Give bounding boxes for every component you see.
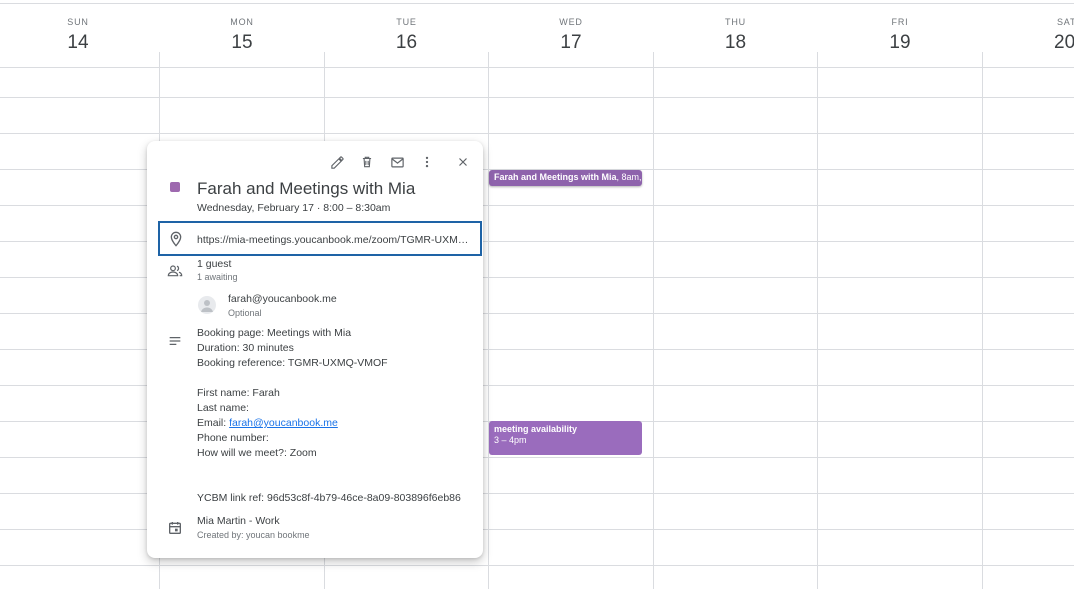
event-title: Farah and Meetings with Mia [197,179,416,198]
more-options-icon [425,156,429,168]
day-header-mon[interactable]: MON 15 [160,0,324,68]
location-link[interactable]: https://mia-meetings.youcanbook.me/zoom/… [158,221,482,256]
guests-icon [167,265,183,277]
guest-email[interactable]: farah@youcanbook.me [228,293,337,305]
day-number[interactable]: 17 [489,32,653,54]
day-header-sat[interactable]: SAT 20 [983,0,1074,68]
guest-avatar [198,296,216,314]
desc-duration: Duration: 30 minutes [197,342,294,354]
day-header-sun[interactable]: SUN 14 [18,0,138,68]
event-time: , 8am, h [616,172,642,182]
guest-role: Optional [228,308,262,318]
desc-how-meet: How will we meet?: Zoom [197,447,317,459]
close-icon [459,158,467,166]
created-by: Created by: youcan bookme [197,530,310,540]
email-icon [390,157,404,167]
edit-button[interactable] [326,151,348,173]
hour-line [0,565,1074,566]
event-date-time: Wednesday, February 17 · 8:00 – 8:30am [197,202,391,214]
hour-line [0,97,1074,98]
event-time: 3 – 4pm [494,435,527,445]
desc-booking-page: Booking page: Meetings with Mia [197,327,352,339]
day-header-thu[interactable]: THU 18 [654,0,817,68]
event-title: Farah and Meetings with Mia [494,172,617,182]
day-number[interactable]: 14 [18,32,138,54]
day-number[interactable]: 16 [325,32,488,54]
day-of-week: FRI [891,17,909,27]
guest-count: 1 guest [197,258,232,270]
header-bottom-border [0,67,1074,68]
hour-line [0,133,1074,134]
delete-icon [362,156,372,168]
day-of-week: MON [230,17,254,27]
calendar-icon [169,522,181,534]
more-options-button[interactable] [416,151,438,173]
calendar-event-availability[interactable]: meeting availability 3 – 4pm [489,421,642,455]
desc-email-label: Email: [197,417,230,429]
day-number[interactable]: 19 [818,32,982,54]
desc-email-link[interactable]: farah@youcanbook.me [229,417,338,429]
desc-reference: Booking reference: TGMR-UXMQ-VMOF [197,357,388,369]
close-button[interactable] [452,151,474,173]
day-header-fri[interactable]: FRI 19 [818,0,982,68]
desc-first-name: First name: Farah [197,387,280,399]
day-number[interactable]: 20 [983,32,1074,54]
location-text: https://mia-meetings.youcanbook.me/zoom/… [197,234,469,246]
desc-email-line: Email: farah@youcanbook.me [197,416,461,431]
description-icon [169,337,181,345]
day-of-week: TUE [396,17,417,27]
location-pin-icon [170,231,182,247]
email-guests-button[interactable] [386,151,408,173]
day-header-wed[interactable]: WED 17 [489,0,653,68]
desc-phone: Phone number: [197,432,269,444]
guest-status: 1 awaiting [197,272,238,282]
day-of-week: SAT [1057,17,1074,27]
event-color-swatch [170,182,180,192]
calendar-name: Mia Martin - Work [197,515,280,527]
event-title: meeting availability [494,424,578,434]
day-of-week: WED [559,17,583,27]
day-of-week: SUN [67,17,89,27]
event-details-popup: Farah and Meetings with Mia Wednesday, F… [147,141,483,558]
edit-icon [330,155,344,169]
event-description: Booking page: Meetings with Mia Duration… [197,326,461,506]
person-icon [201,300,213,312]
desc-last-name: Last name: [197,402,249,414]
desc-ycbm-ref: YCBM link ref: 96d53c8f-4b79-46ce-8a09-8… [197,492,461,504]
day-number[interactable]: 15 [160,32,324,54]
day-number[interactable]: 18 [654,32,817,54]
calendar-event-farah[interactable]: Farah and Meetings with Mia, 8am, h [489,170,642,186]
delete-button[interactable] [356,151,378,173]
day-header-tue[interactable]: TUE 16 [325,0,488,68]
day-of-week: THU [725,17,746,27]
